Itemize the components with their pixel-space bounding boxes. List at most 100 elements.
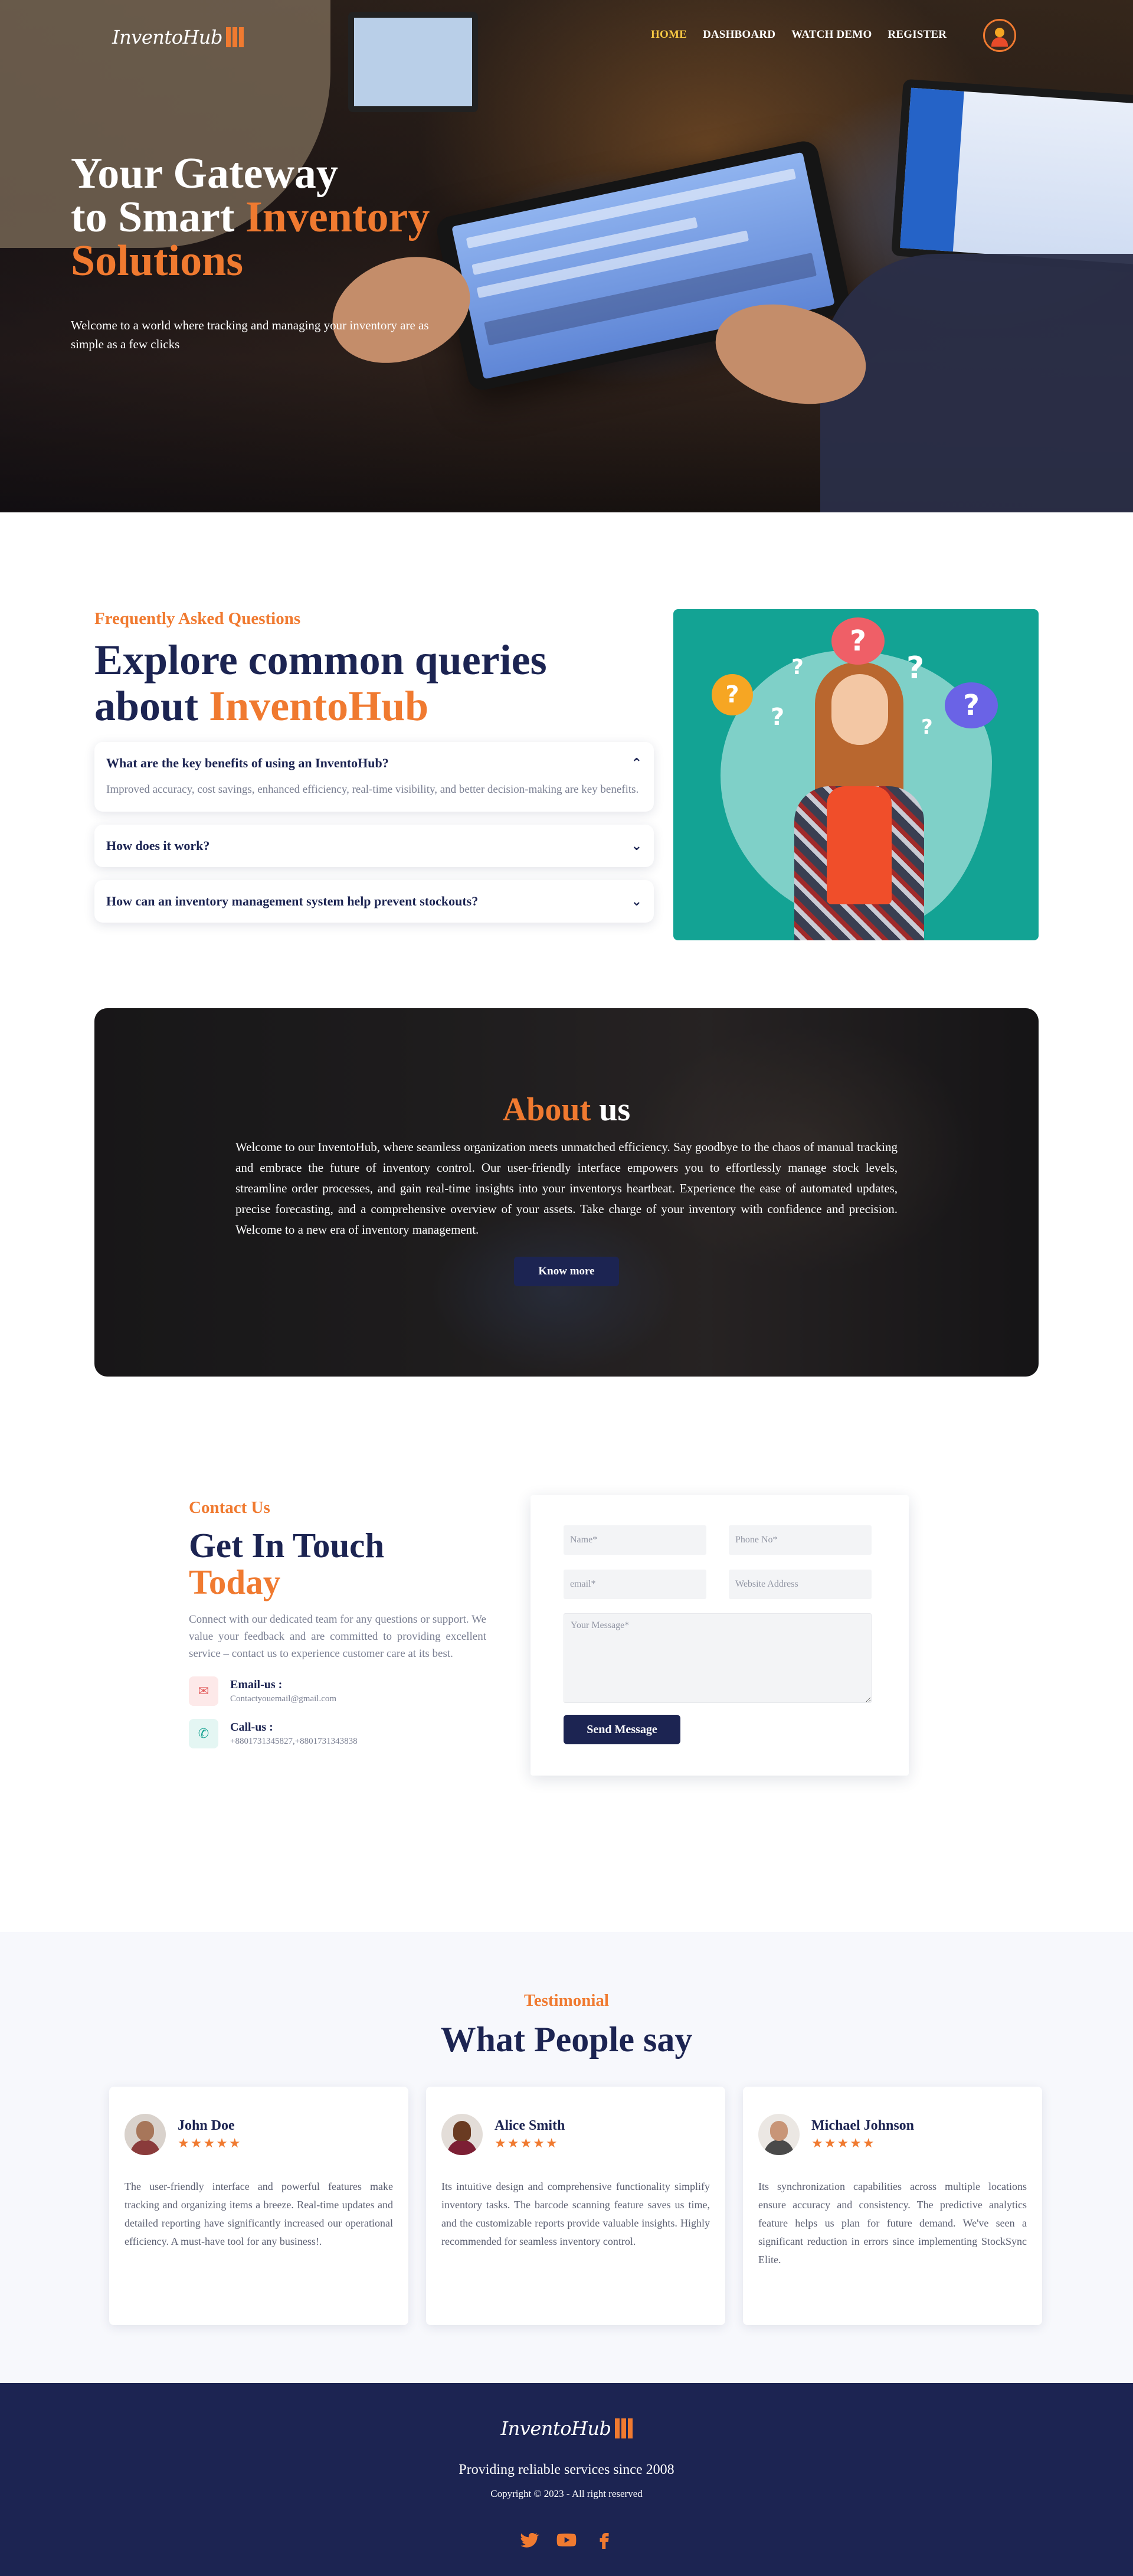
hero-title-accent: Solutions xyxy=(71,237,244,285)
avatar xyxy=(125,2114,166,2155)
question-bubble-icon: ? xyxy=(712,674,753,715)
footer-copyright: Copyright © 2023 - All right reserved xyxy=(490,2488,643,2499)
testimonial-eyebrow: Testimonial xyxy=(524,1991,609,2010)
contact-info: Contact Us Get In Touch Today Connect wi… xyxy=(189,1498,486,1748)
footer-tagline: Providing reliable services since 2008 xyxy=(459,2462,674,2477)
hero-section: InventoHub Home Dashboard Watch Demo Reg… xyxy=(0,0,1133,512)
contact-title-line: Get In Touch xyxy=(189,1526,385,1565)
contact-email-value[interactable]: Contactyouemail@gmail.com xyxy=(230,1694,336,1704)
faq-content: Frequently Asked Questions Explore commo… xyxy=(94,609,654,923)
testimonial-card: Michael Johnson ★★★★★ Its synchronizatio… xyxy=(743,2087,1042,2325)
hero-content: Your Gateway to Smart Inventory Solution… xyxy=(71,152,484,354)
nav-links: Home Dashboard Watch Demo Register xyxy=(651,28,947,41)
faq-question-toggle[interactable]: How does it work? ⌄ xyxy=(106,825,642,867)
testimonial-card: John Doe ★★★★★ The user-friendly interfa… xyxy=(109,2087,408,2325)
faq-eyebrow: Frequently Asked Questions xyxy=(94,609,301,628)
brand-logo-icon xyxy=(226,27,244,47)
name-input[interactable] xyxy=(564,1525,706,1555)
faq-section: Frequently Asked Questions Explore commo… xyxy=(0,512,1133,1008)
mail-icon: ✉ xyxy=(189,1676,218,1706)
question-bubble-icon: ? xyxy=(831,617,885,665)
nav-link-watch-demo[interactable]: Watch Demo xyxy=(791,28,872,41)
faq-illustration: ? ? ? ? ? ? ? xyxy=(673,609,1039,940)
faq-answer: Improved accuracy, cost savings, enhance… xyxy=(106,783,639,796)
about-section: About us Welcome to our InventoHub, wher… xyxy=(0,1008,1133,1498)
top-navbar: InventoHub Home Dashboard Watch Demo Reg… xyxy=(0,0,1133,71)
about-title: About us xyxy=(235,1091,898,1129)
about-title-accent: About xyxy=(502,1091,591,1128)
footer-logo-text: InventoHub xyxy=(500,2417,612,2440)
faq-title-line: Explore common queries xyxy=(94,636,547,684)
youtube-icon[interactable] xyxy=(556,2529,577,2551)
phone-icon: ✆ xyxy=(189,1719,218,1748)
hero-title-line: Your Gateway xyxy=(71,149,338,198)
faq-title: Explore common queries about InventoHub xyxy=(94,637,654,729)
message-textarea[interactable] xyxy=(564,1613,872,1703)
about-title-plain: us xyxy=(591,1091,631,1128)
nav-link-register[interactable]: Register xyxy=(888,28,947,41)
contact-description: Connect with our dedicated team for any … xyxy=(189,1613,486,1660)
user-avatar-icon[interactable] xyxy=(983,19,1016,52)
about-banner: About us Welcome to our InventoHub, wher… xyxy=(94,1008,1039,1377)
contact-title: Get In Touch Today xyxy=(189,1527,486,1600)
nav-link-dashboard[interactable]: Dashboard xyxy=(703,28,775,41)
testimonial-title: What People say xyxy=(440,2020,693,2059)
star-rating-icon: ★★★★★ xyxy=(811,2136,876,2151)
star-rating-icon: ★★★★★ xyxy=(495,2136,559,2151)
chevron-down-icon: ⌄ xyxy=(631,894,642,909)
question-mark-icon: ? xyxy=(791,655,804,679)
testimonial-text: Its synchronization capabilities across … xyxy=(758,2181,1027,2266)
avatar xyxy=(441,2114,483,2155)
know-more-button[interactable]: Know more xyxy=(514,1257,619,1286)
about-text: Welcome to our InventoHub, where seamles… xyxy=(235,1140,898,1237)
testimonial-text: The user-friendly interface and powerful… xyxy=(125,2181,393,2247)
footer: InventoHub Providing reliable services s… xyxy=(0,2383,1133,2576)
faq-title-line: about xyxy=(94,682,209,730)
phone-input[interactable] xyxy=(729,1525,872,1555)
faq-question: What are the key benefits of using an In… xyxy=(106,756,389,770)
hero-subtitle: Welcome to a world where tracking and ma… xyxy=(71,318,429,351)
question-mark-icon: ? xyxy=(771,704,785,731)
footer-logo[interactable]: InventoHub xyxy=(0,2417,1133,2440)
facebook-icon[interactable] xyxy=(594,2529,615,2551)
email-input[interactable] xyxy=(564,1570,706,1599)
question-bubble-icon: ? xyxy=(945,682,998,728)
faq-question-toggle[interactable]: What are the key benefits of using an In… xyxy=(106,742,642,784)
faq-item: What are the key benefits of using an In… xyxy=(94,742,654,812)
send-message-button[interactable]: Send Message xyxy=(564,1715,680,1744)
hero-title: Your Gateway to Smart Inventory Solution… xyxy=(71,152,484,283)
testimonial-card: Alice Smith ★★★★★ Its intuitive design a… xyxy=(426,2087,725,2325)
about-content: About us Welcome to our InventoHub, wher… xyxy=(235,1091,898,1286)
contact-section: Contact Us Get In Touch Today Connect wi… xyxy=(0,1495,1133,1932)
hero-title-line: to Smart xyxy=(71,193,245,241)
faq-title-accent: InventoHub xyxy=(209,682,429,730)
brand-logo-icon xyxy=(614,2418,633,2438)
brand-logo-text: InventoHub xyxy=(112,26,223,48)
testimonial-text: Its intuitive design and comprehensive f… xyxy=(441,2181,710,2247)
avatar xyxy=(758,2114,800,2155)
reviewer-name: Alice Smith xyxy=(495,2118,565,2133)
twitter-icon[interactable] xyxy=(518,2529,539,2551)
contact-phone: ✆ Call-us : +8801731345827,+880173134383… xyxy=(189,1719,486,1748)
nav-link-home[interactable]: Home xyxy=(651,28,687,41)
hero-title-accent: Inventory xyxy=(245,193,430,241)
star-rating-icon: ★★★★★ xyxy=(178,2136,242,2151)
contact-title-accent: Today xyxy=(189,1562,281,1601)
testimonial-section: Testimonial What People say John Doe ★★★… xyxy=(0,1932,1133,2383)
faq-item: How can an inventory management system h… xyxy=(94,880,654,923)
chevron-down-icon: ⌄ xyxy=(631,838,642,854)
website-input[interactable] xyxy=(729,1570,872,1599)
brand-logo[interactable]: InventoHub xyxy=(112,26,244,48)
question-mark-icon: ? xyxy=(906,650,925,686)
testimonial-cards: John Doe ★★★★★ The user-friendly interfa… xyxy=(109,2087,1042,2325)
hero-photo-arm xyxy=(820,254,1133,512)
reviewer-name: Michael Johnson xyxy=(811,2118,915,2133)
faq-question: How can an inventory management system h… xyxy=(106,894,479,908)
faq-question-toggle[interactable]: How can an inventory management system h… xyxy=(106,880,642,923)
contact-phone-value[interactable]: +8801731345827,+8801731343838 xyxy=(230,1737,358,1747)
chevron-up-icon: ⌃ xyxy=(631,756,642,771)
hero-photo-laptop xyxy=(891,79,1133,276)
faq-item: How does it work? ⌄ xyxy=(94,825,654,867)
question-mark-icon: ? xyxy=(921,715,933,739)
contact-email-label: Email-us : xyxy=(230,1678,283,1691)
